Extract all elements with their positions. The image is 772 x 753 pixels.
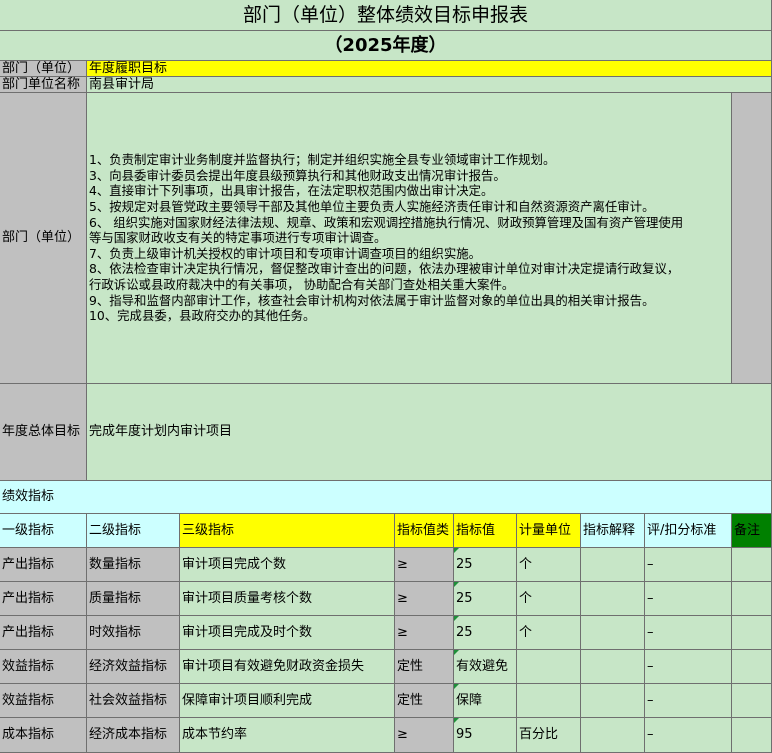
- row-5-unit[interactable]: [517, 684, 581, 718]
- header-value: 指标值: [454, 514, 517, 548]
- row-3-value[interactable]: 25: [454, 616, 517, 650]
- duty-line: 10、完成县委，县政府交办的其他任务。: [89, 308, 316, 324]
- row-2-note[interactable]: [732, 582, 772, 616]
- row-1-note[interactable]: [732, 548, 772, 582]
- row-5-note[interactable]: [732, 684, 772, 718]
- unit-name-label: 部门单位名称: [0, 77, 87, 93]
- row-1-score[interactable]: –: [645, 548, 732, 582]
- row-1-value[interactable]: 25: [454, 548, 517, 582]
- row-5-level1[interactable]: 效益指标: [0, 684, 87, 718]
- row-3-score[interactable]: –: [645, 616, 732, 650]
- row-5-level2[interactable]: 社会效益指标: [87, 684, 180, 718]
- annual-goal-value[interactable]: 完成年度计划内审计项目: [87, 384, 772, 481]
- header-type: 指标值类: [395, 514, 454, 548]
- duties-label: 部门（单位）: [0, 93, 87, 384]
- row-4-type[interactable]: 定性: [395, 650, 454, 684]
- duty-line: 9、指导和监督内部审计工作，核查社会审计机构对依法属于审计监督对象的单位出具的相…: [89, 292, 655, 308]
- row-2-unit[interactable]: 个: [517, 582, 581, 616]
- row-4-unit[interactable]: [517, 650, 581, 684]
- duty-line: 6、 组织实施对国家财经法律法规、规章、政策和宏观调控措施执行情况、财政预算管理…: [89, 214, 684, 230]
- row-1-explain[interactable]: [581, 548, 645, 582]
- row-6-type[interactable]: ≥: [395, 718, 454, 753]
- row-2-explain[interactable]: [581, 582, 645, 616]
- row-4-level1[interactable]: 效益指标: [0, 650, 87, 684]
- row-2-value[interactable]: 25: [454, 582, 517, 616]
- row-3-level2[interactable]: 时效指标: [87, 616, 180, 650]
- row-3-type[interactable]: ≥: [395, 616, 454, 650]
- row-6-score[interactable]: –: [645, 718, 732, 753]
- row-4-explain[interactable]: [581, 650, 645, 684]
- row-4-level3[interactable]: 审计项目有效避免财政资金损失: [180, 650, 395, 684]
- row-6-level2[interactable]: 经济成本指标: [87, 718, 180, 753]
- duty-line: 3、向县委审计委员会提出年度县级预算执行和其他财政支出情况审计报告。: [89, 167, 506, 183]
- performance-target-sheet: 部门（单位）整体绩效目标申报表 （2025年度） 部门（单位） 年度履职目标 部…: [0, 0, 772, 753]
- duty-line: 行政诉讼或县政府裁决中的有关事项， 协助配合有关部门查处相关重大案件。: [89, 276, 515, 292]
- header-score: 评/扣分标准: [645, 514, 732, 548]
- row-3-explain[interactable]: [581, 616, 645, 650]
- row-5-value[interactable]: 保障: [454, 684, 517, 718]
- annual-goal-label: 年度总体目标: [0, 384, 87, 481]
- duties-side-cell: [732, 93, 772, 384]
- row-2-type[interactable]: ≥: [395, 582, 454, 616]
- row-6-note[interactable]: [732, 718, 772, 753]
- row-4-value[interactable]: 有效避免: [454, 650, 517, 684]
- row-6-explain[interactable]: [581, 718, 645, 753]
- row-1-level2[interactable]: 数量指标: [87, 548, 180, 582]
- header-level3: 三级指标: [180, 514, 395, 548]
- row-2-level2[interactable]: 质量指标: [87, 582, 180, 616]
- row-3-level3[interactable]: 审计项目完成及时个数: [180, 616, 395, 650]
- row-6-level1[interactable]: 成本指标: [0, 718, 87, 753]
- row-5-score[interactable]: –: [645, 684, 732, 718]
- header-explain: 指标解释: [581, 514, 645, 548]
- row-4-score[interactable]: –: [645, 650, 732, 684]
- header-level1: 一级指标: [0, 514, 87, 548]
- row-5-level3[interactable]: 保障审计项目顺利完成: [180, 684, 395, 718]
- dept-label: 部门（单位）: [0, 61, 87, 77]
- duty-line: 等与国家财政收支有关的特定事项进行专项审计调查。: [89, 230, 387, 246]
- row-2-level3[interactable]: 审计项目质量考核个数: [180, 582, 395, 616]
- row-1-level1[interactable]: 产出指标: [0, 548, 87, 582]
- row-6-value[interactable]: 95: [454, 718, 517, 753]
- perf-section-label: 绩效指标: [0, 481, 772, 514]
- row-2-level1[interactable]: 产出指标: [0, 582, 87, 616]
- row-4-note[interactable]: [732, 650, 772, 684]
- dept-value[interactable]: 年度履职目标: [87, 61, 772, 77]
- row-6-level3[interactable]: 成本节约率: [180, 718, 395, 753]
- row-4-level2[interactable]: 经济效益指标: [87, 650, 180, 684]
- header-note: 备注: [732, 514, 772, 548]
- duty-line: 5、按规定对县管党政主要领导干部及其他单位主要负责人实施经济责任审计和自然资源资…: [89, 199, 655, 215]
- row-6-unit[interactable]: 百分比: [517, 718, 581, 753]
- row-3-unit[interactable]: 个: [517, 616, 581, 650]
- row-1-unit[interactable]: 个: [517, 548, 581, 582]
- unit-name-value[interactable]: 南县审计局: [87, 77, 772, 93]
- row-5-explain[interactable]: [581, 684, 645, 718]
- duty-line: 8、依法检查审计决定执行情况，督促整改审计查出的问题，依法办理被审计单位对审计决…: [89, 261, 680, 277]
- header-level2: 二级指标: [87, 514, 180, 548]
- sheet-year: （2025年度）: [0, 31, 772, 61]
- row-1-level3[interactable]: 审计项目完成个数: [180, 548, 395, 582]
- duty-line: 4、直接审计下列事项，出具审计报告，在法定职权范围内做出审计决定。: [89, 183, 494, 199]
- sheet-title: 部门（单位）整体绩效目标申报表: [0, 0, 772, 31]
- row-1-type[interactable]: ≥: [395, 548, 454, 582]
- duties-text[interactable]: 1、负责制定审计业务制度并监督执行；制定并组织实施全县专业领域审计工作规划。 3、…: [87, 93, 732, 384]
- row-5-type[interactable]: 定性: [395, 684, 454, 718]
- row-3-note[interactable]: [732, 616, 772, 650]
- duty-line: 7、负责上级审计机关授权的审计项目和专项审计调查项目的组织实施。: [89, 245, 481, 261]
- row-3-level1[interactable]: 产出指标: [0, 616, 87, 650]
- header-unit: 计量单位: [517, 514, 581, 548]
- duty-line: 1、负责制定审计业务制度并监督执行；制定并组织实施全县专业领域审计工作规划。: [89, 152, 556, 168]
- row-2-score[interactable]: –: [645, 582, 732, 616]
